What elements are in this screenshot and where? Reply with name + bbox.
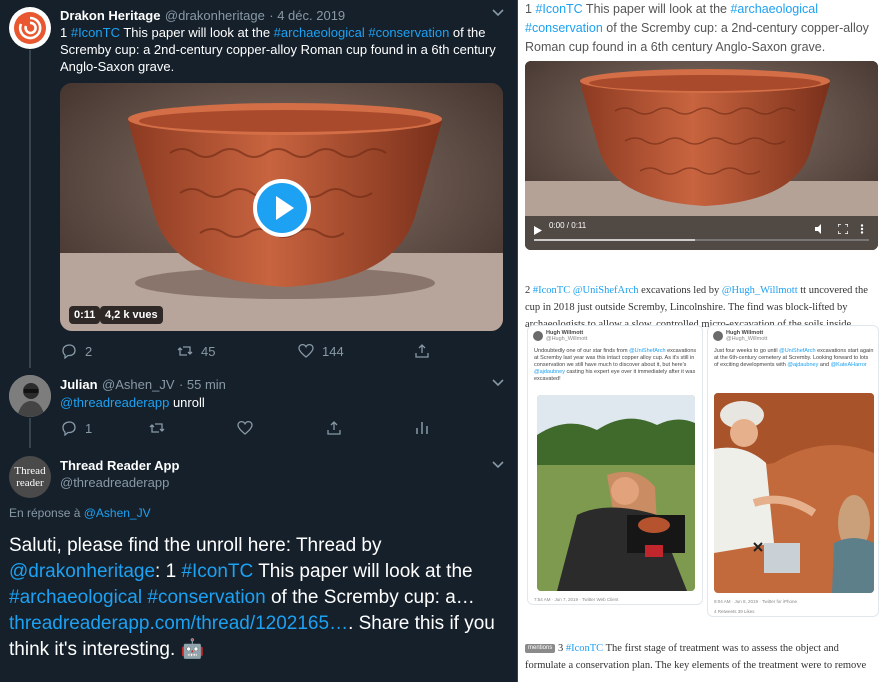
embedded-tweet[interactable]: Hugh Willmott @Hugh_Willmott Just four w… [707, 325, 879, 617]
mentions-badge[interactable]: mentions [525, 644, 556, 654]
author-handle[interactable]: @Ashen_JV [102, 377, 174, 392]
mention-link[interactable]: @threadreaderapp [60, 395, 169, 410]
tweet2-header: Julian @Ashen_JV · 55 min [60, 376, 226, 394]
reply-count: 2 [85, 343, 93, 359]
hashtag-link[interactable]: #conservation [525, 21, 603, 35]
hashtag-link[interactable]: #conservation [368, 25, 449, 40]
tweet2-text: @threadreaderapp unroll [60, 395, 205, 410]
mention-link[interactable]: @Ashen_JV [84, 506, 151, 520]
video-views: 4,2 k vues [100, 306, 163, 324]
video-buffer-bar [534, 239, 695, 241]
avatar [533, 331, 543, 341]
author-name[interactable]: Drakon Heritage [60, 8, 160, 23]
reply-count: 1 [85, 420, 93, 436]
embed-footer: 9:04 AM · Jun 8, 2019 · Twitter for iPho… [714, 599, 797, 604]
unroll-link[interactable]: threadreaderapp.com/thread/1202165… [9, 613, 348, 634]
hashtag-link[interactable]: #archaeological [274, 25, 365, 40]
drakon-logo-icon [14, 12, 46, 44]
hashtag-link[interactable]: #conservation [147, 587, 265, 608]
like-icon [298, 343, 314, 358]
hashtag-link[interactable]: #archaeological [730, 2, 818, 16]
embed-author-handle: @Hugh_Willmott [546, 336, 588, 342]
person-photo-icon [9, 375, 51, 417]
retweet-icon [149, 423, 165, 433]
chevron-down-icon[interactable] [492, 378, 504, 390]
reader-paragraph-3: mentions 3 #IconTC The first stage of tr… [525, 643, 867, 671]
tweet1-text: 1 #IconTC This paper will look at the #a… [60, 25, 496, 74]
play-icon[interactable] [534, 222, 542, 240]
share-icon [415, 344, 429, 358]
julian-avatar[interactable] [9, 375, 51, 417]
excavation-photo[interactable] [714, 393, 874, 593]
reader-paragraph-1: 1 #IconTC This paper will look at the #a… [525, 2, 869, 54]
video-duration: 0:11 [69, 306, 101, 324]
retweet-button[interactable]: 45 [177, 343, 215, 359]
reply-context: En réponse à @Ashen_JV [9, 506, 151, 520]
thread-line [29, 50, 31, 368]
like-button[interactable]: 144 [298, 343, 344, 359]
play-icon [276, 196, 294, 220]
analytics-button[interactable] [414, 420, 430, 436]
twitter-thread-panel: Drakon Heritage @drakonheritage · 4 déc.… [0, 0, 516, 682]
hashtag-link[interactable]: #IconTC [71, 25, 120, 40]
embedded-tweet[interactable]: Hugh Willmott @Hugh_Willmott Undoubtedly… [527, 325, 703, 605]
like-button[interactable] [237, 420, 253, 436]
excavation-photo[interactable] [537, 395, 695, 591]
robot-emoji-icon: 🤖 [180, 639, 205, 660]
reply-icon [62, 344, 76, 359]
author-handle[interactable]: @drakonheritage [165, 8, 265, 23]
retweet-icon [177, 346, 193, 356]
author-handle[interactable]: @threadreaderapp [60, 475, 169, 490]
embed-author-handle: @Hugh_Willmott [726, 336, 768, 342]
like-icon [237, 420, 253, 435]
chevron-down-icon[interactable] [492, 460, 504, 472]
author-name[interactable]: Julian [60, 377, 98, 392]
video-progress-track[interactable] [534, 239, 869, 241]
reply-button[interactable]: 1 [61, 420, 92, 436]
author-name[interactable]: Thread Reader App [60, 458, 179, 473]
play-button[interactable] [253, 179, 311, 237]
drakon-avatar[interactable] [9, 7, 51, 49]
tweet-date[interactable]: · 55 min [179, 377, 226, 392]
embed-text: Just four weeks to go until @UniShefArch… [714, 348, 874, 368]
mention-link[interactable]: @UniShefArch [573, 285, 639, 296]
reply-icon [62, 421, 76, 436]
avatar [713, 331, 723, 341]
share-button[interactable] [414, 343, 430, 359]
video-timestamp: 0:00 / 0:11 [549, 221, 587, 230]
chevron-down-icon[interactable] [492, 8, 504, 20]
fullscreen-icon[interactable] [837, 221, 849, 239]
reply-button[interactable]: 2 [61, 343, 92, 359]
mention-link[interactable]: @drakonheritage [9, 561, 155, 582]
tweet3-text: Saluti, please find the unroll here: Thr… [9, 535, 495, 660]
embed-stats: 4 Retweets 39 Likes [714, 609, 755, 614]
retweet-count: 45 [201, 343, 216, 359]
threadreader-avatar[interactable]: Thread reader [9, 456, 51, 498]
reader-video-player[interactable]: 0:00 / 0:11 [525, 61, 878, 250]
hashtag-link[interactable]: #IconTC [181, 561, 253, 582]
volume-icon[interactable] [815, 221, 825, 239]
hashtag-link[interactable]: #IconTC [535, 2, 582, 16]
analytics-icon [416, 422, 428, 434]
tweet1-header: Drakon Heritage @drakonheritage · 4 déc.… [60, 7, 345, 25]
embed-footer: 7:54 AM · Jun 7, 2019 · Twitter Web Clie… [534, 597, 619, 602]
tweet-date[interactable]: · 4 déc. 2019 [269, 8, 345, 23]
embed-text: Undoubtedly one of our star finds from @… [534, 348, 697, 382]
retweet-button[interactable] [149, 420, 165, 436]
like-count: 144 [322, 343, 344, 359]
hashtag-link[interactable]: #IconTC [533, 285, 570, 296]
tweet-video[interactable]: 0:11 4,2 k vues [60, 83, 503, 331]
threadreader-logo-text: reader [16, 477, 44, 489]
share-icon [327, 421, 341, 435]
thread-line [29, 418, 31, 448]
hashtag-link[interactable]: #IconTC [566, 643, 603, 654]
share-button[interactable] [326, 420, 342, 436]
more-icon[interactable] [860, 221, 864, 239]
hashtag-link[interactable]: #archaeological [9, 587, 142, 608]
threadreader-page: 1 #IconTC This paper will look at the #a… [517, 0, 882, 682]
threadreader-logo-text: Thread [14, 465, 46, 477]
mention-link[interactable]: @Hugh_Willmott [722, 285, 798, 296]
